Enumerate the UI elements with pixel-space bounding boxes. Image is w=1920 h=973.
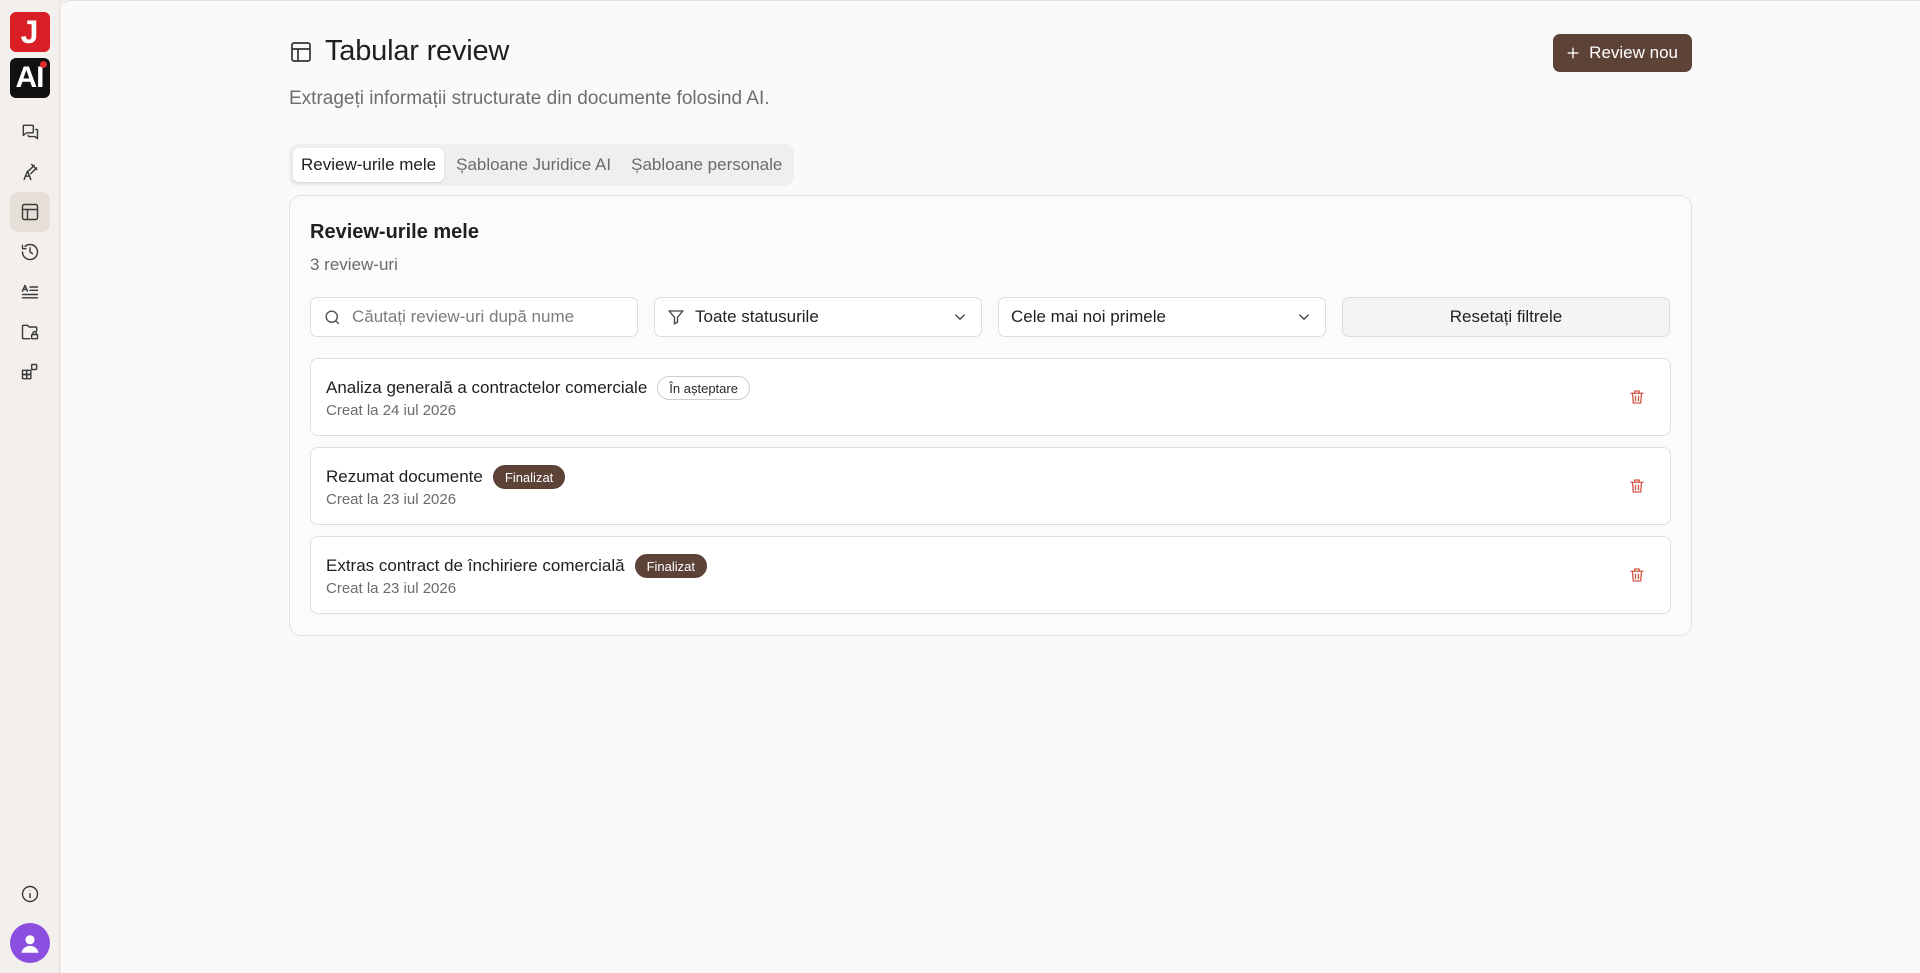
delete-button[interactable] (1628, 388, 1648, 408)
review-date: Creat la 23 iul 2026 (326, 491, 457, 508)
info-button[interactable] (20, 884, 40, 909)
sidebar-item-text[interactable] (10, 272, 50, 312)
status-badge: Finalizat (492, 465, 566, 489)
content: Tabular review Extrageți informații stru… (289, 1, 1694, 636)
brand-logo-ai[interactable]: AI (9, 58, 50, 98)
list-item-header: Extras contract de închiriere comercială… (326, 554, 707, 578)
tab-ai-legal-templates[interactable]: Șabloane Juridice AI (448, 148, 619, 182)
list-item-header: Analiza generală a contractelor comercia… (326, 376, 750, 400)
trash-icon (1630, 479, 1644, 493)
main-panel: Tabular review Extrageți informații stru… (61, 0, 1920, 973)
chevron-down-icon (955, 314, 965, 321)
new-review-label: Review nou (1589, 43, 1678, 62)
search-icon (325, 309, 340, 324)
sidebar-nav (9, 112, 50, 392)
list-item[interactable]: Analiza generală a contractelor comercia… (310, 358, 1671, 436)
history-icon (21, 243, 38, 261)
search-box (310, 297, 638, 337)
sidebar-item-apps[interactable] (10, 352, 50, 392)
drafting-icon (22, 163, 37, 181)
review-date: Creat la 24 iul 2026 (326, 402, 457, 419)
list-item[interactable]: Extras contract de închiriere comercială… (310, 536, 1671, 614)
table-icon (21, 203, 38, 221)
sidebar: J AI (0, 0, 60, 973)
delete-button[interactable] (1628, 477, 1648, 497)
reset-filters-button[interactable]: Resetați filtrele (1342, 297, 1670, 337)
delete-button[interactable] (1628, 566, 1648, 586)
sidebar-item-drafting[interactable] (10, 152, 50, 192)
tab-bar: Review-urile mele Șabloane Juridice AI Ș… (289, 144, 795, 186)
tab-my-reviews[interactable]: Review-urile mele (293, 148, 445, 182)
page-title: Tabular review (325, 35, 510, 67)
page-subtitle: Extrageți informații structurate din doc… (289, 88, 770, 109)
status-filter-value: Toate statusurile (695, 307, 819, 326)
brand-logo-j[interactable]: J (9, 12, 50, 52)
reviews-list: Analiza generală a contractelor comercia… (310, 358, 1671, 614)
search-input[interactable] (352, 307, 625, 327)
sort-value: Cele mai noi primele (1011, 307, 1166, 326)
trash-icon (1630, 390, 1644, 404)
sidebar-item-history[interactable] (10, 232, 50, 272)
brand-logo-ai-text: AI (15, 61, 45, 94)
text-list-icon (21, 284, 38, 299)
list-item-header: Rezumat documente Finalizat (326, 465, 566, 489)
reviews-card: Review-urile mele 3 review-uri Toate sta… (289, 195, 1692, 636)
trash-icon (1630, 568, 1644, 582)
new-review-button[interactable]: Review nou (1553, 34, 1692, 72)
apps-icon (21, 363, 37, 380)
status-badge: În așteptare (657, 376, 750, 400)
review-name: Rezumat documente (326, 467, 483, 486)
chevron-down-icon (1299, 314, 1309, 321)
sort-select[interactable]: Cele mai noi primele (998, 297, 1326, 337)
app-window: J AI Tabular review Extrageți informații… (0, 0, 1920, 973)
list-item[interactable]: Rezumat documente Finalizat Creat la 23 … (310, 447, 1671, 525)
sidebar-item-chat[interactable] (10, 112, 50, 152)
folder-lock-icon (21, 324, 38, 340)
info-icon (21, 885, 39, 903)
review-name: Analiza generală a contractelor comercia… (326, 378, 648, 397)
page-header: Tabular review Extrageți informații stru… (289, 1, 1694, 121)
status-badge: Finalizat (634, 554, 707, 578)
review-date: Creat la 23 iul 2026 (326, 580, 457, 597)
tab-personal-templates[interactable]: Șabloane personale (623, 148, 790, 182)
sidebar-bottom (0, 884, 60, 963)
review-name: Extras contract de închiriere comercială (326, 556, 625, 575)
chat-icon (22, 124, 38, 140)
plus-icon (1567, 47, 1579, 59)
avatar[interactable] (10, 923, 50, 963)
filters-bar: Toate statusurile Cele mai noi primele R… (310, 297, 1670, 337)
card-title: Review-urile mele (310, 221, 479, 243)
review-count: 3 review-uri (310, 255, 398, 274)
user-icon (21, 935, 39, 953)
title-row: Tabular review (289, 35, 509, 68)
logo-dot (39, 61, 47, 68)
table-icon (291, 41, 311, 62)
sidebar-item-tabular-review[interactable] (9, 192, 50, 232)
status-filter-select[interactable]: Toate statusurile (654, 297, 982, 337)
sidebar-item-folder-lock[interactable] (10, 312, 50, 352)
filter-icon (667, 310, 685, 325)
